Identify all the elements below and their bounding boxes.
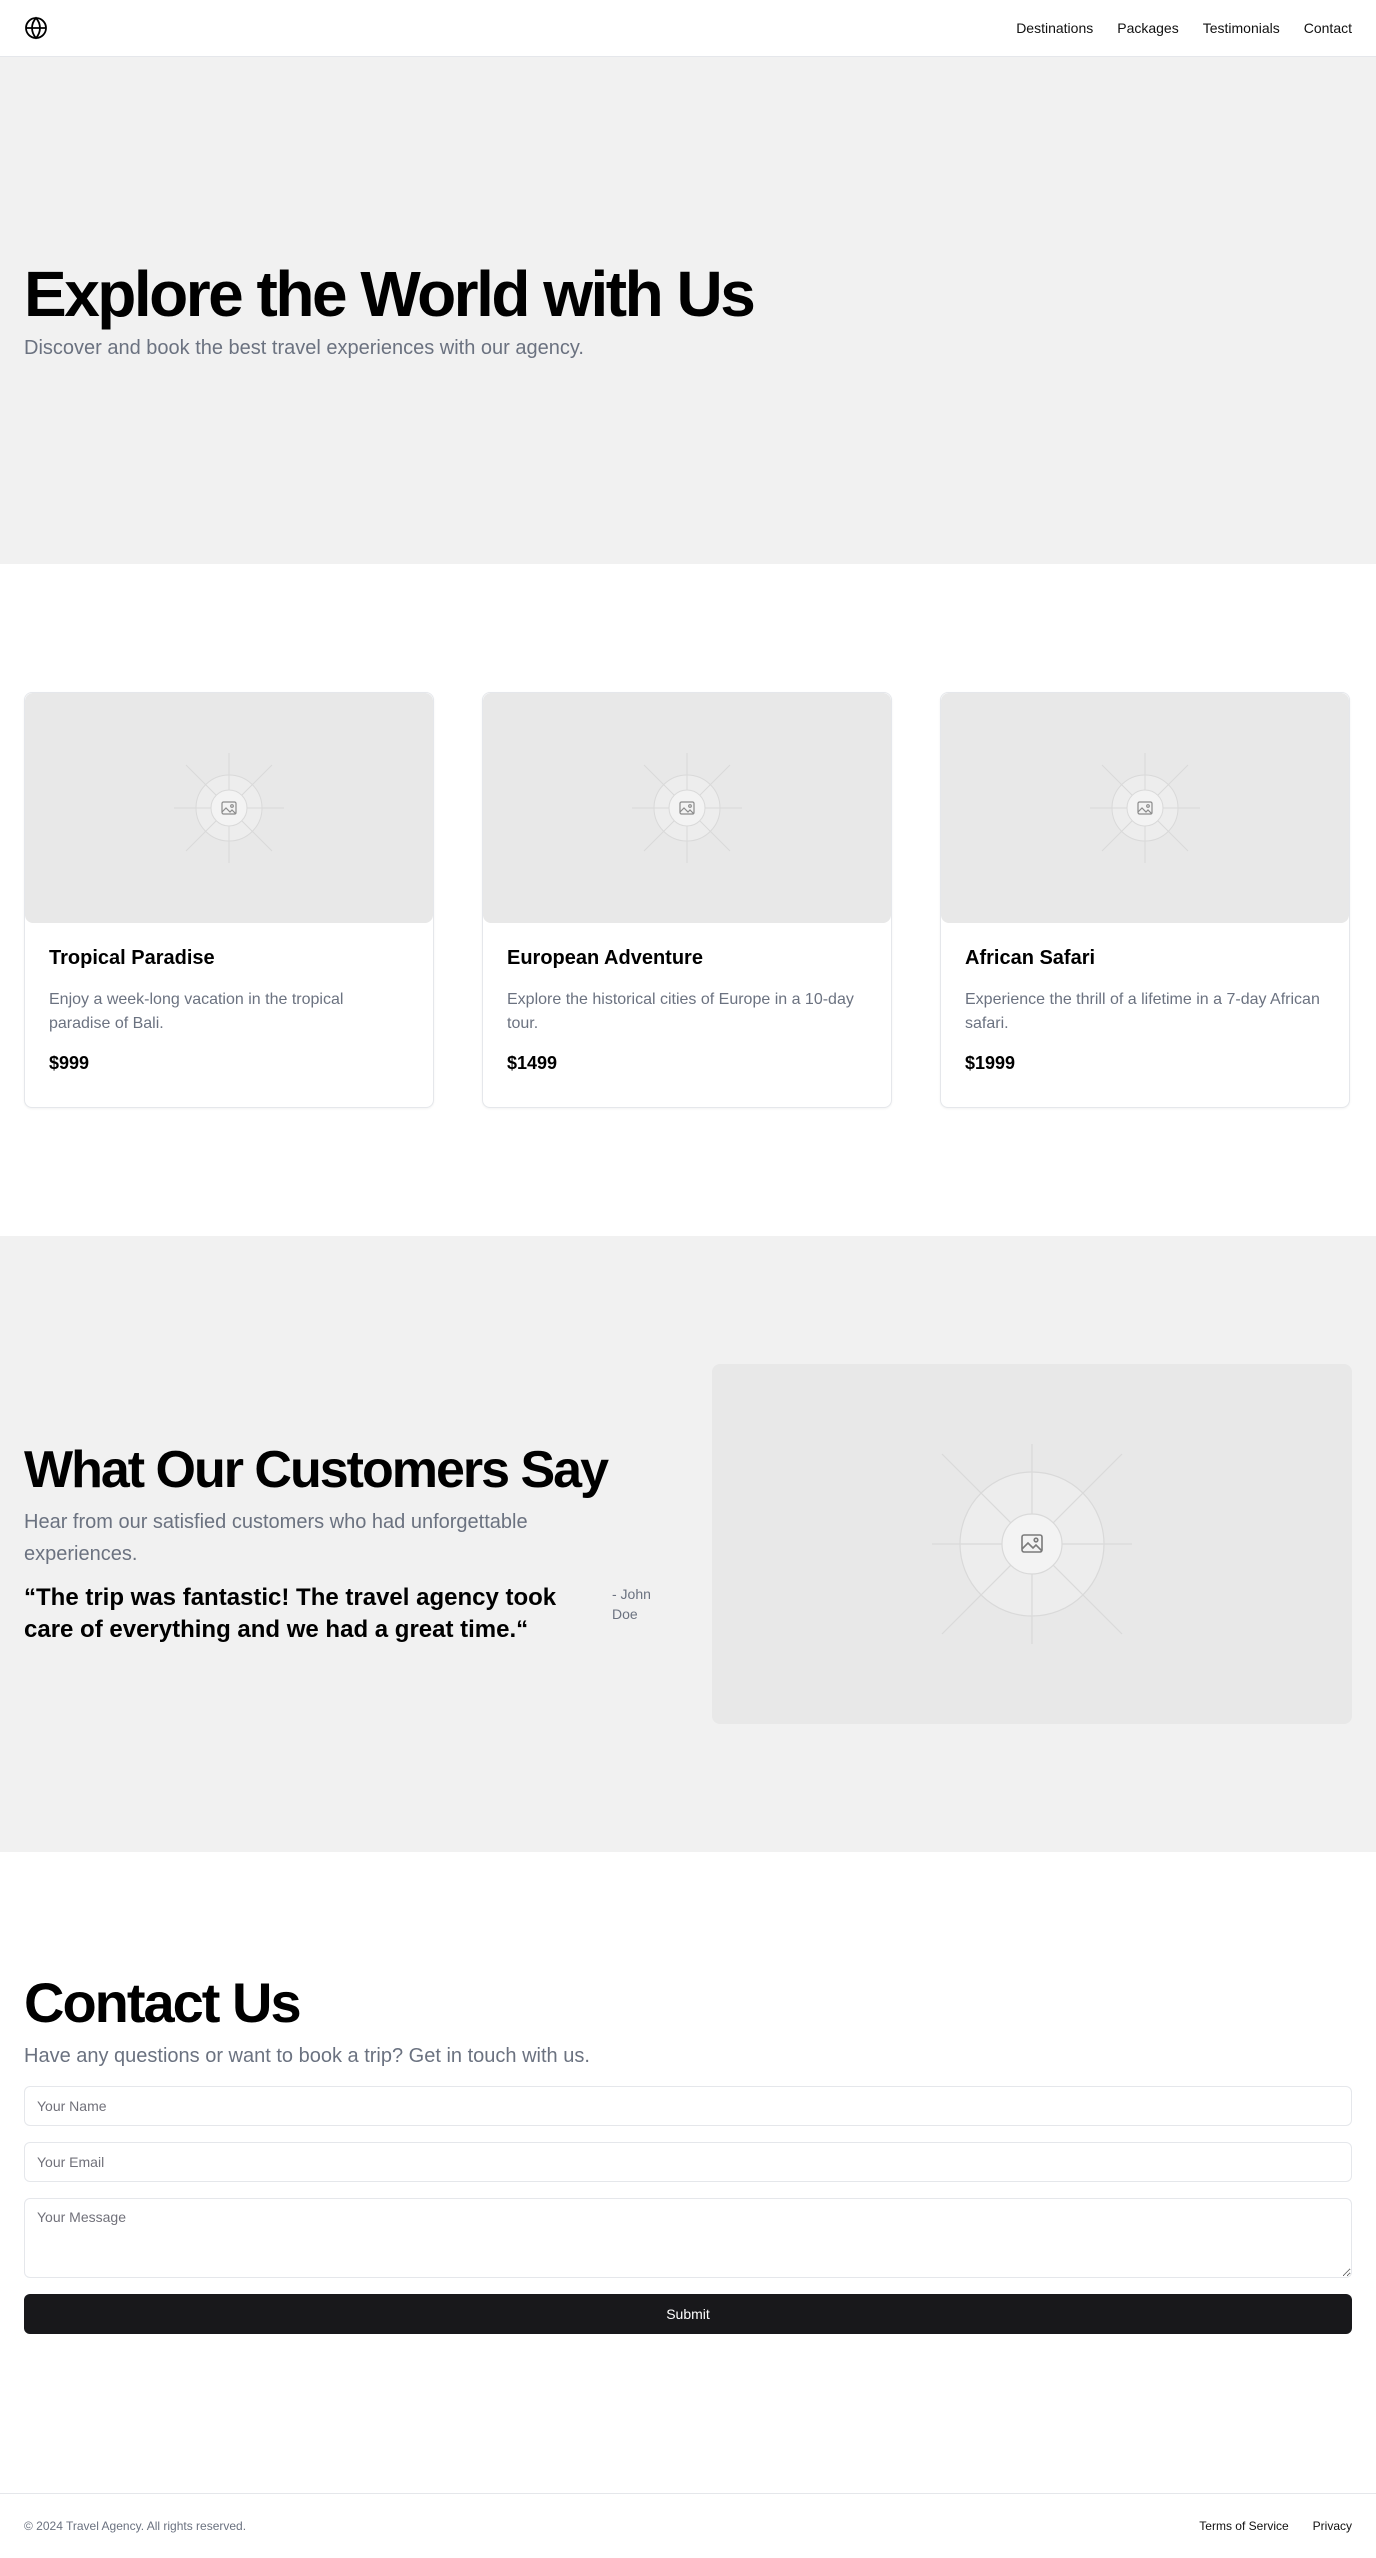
image-placeholder-icon: [174, 753, 284, 863]
testimonial-author: - John Doe: [612, 1585, 651, 1622]
testimonials-title: What Our Customers Say: [24, 1441, 609, 1500]
nav-link-destinations[interactable]: Destinations: [1016, 20, 1093, 36]
packages-section: Tropical Paradise Enjoy a week-long vaca…: [0, 564, 1376, 1236]
package-image: [483, 693, 891, 923]
package-description: Enjoy a week-long vacation in the tropic…: [49, 991, 344, 1032]
main-nav: Destinations Packages Testimonials Conta…: [1016, 20, 1352, 36]
package-description: Explore the historical cities of Europe …: [507, 991, 854, 1032]
site-header: Destinations Packages Testimonials Conta…: [0, 0, 1376, 57]
name-field[interactable]: [24, 2085, 1352, 2126]
package-image: [941, 693, 1349, 923]
package-image: [25, 693, 433, 923]
nav-link-testimonials[interactable]: Testimonials: [1203, 20, 1280, 36]
package-price: $999: [49, 1053, 90, 1073]
package-price: $1499: [507, 1053, 558, 1073]
contact-subtitle: Have any questions or want to book a tri…: [24, 2044, 590, 2067]
package-description: Experience the thrill of a lifetime in a…: [965, 991, 1320, 1032]
testimonial-quote: “The trip was fantastic! The travel agen…: [24, 1583, 557, 1643]
contact-section: Contact Us Have any questions or want to…: [0, 1852, 1376, 2493]
submit-button[interactable]: Submit: [24, 2293, 1352, 2334]
package-title: African Safari: [965, 947, 1096, 969]
testimonials-subtitle: Hear from our satisfied customers who ha…: [24, 1510, 528, 1565]
copyright-text: © 2024 Travel Agency. All rights reserve…: [24, 2519, 247, 2533]
package-card: European Adventure Explore the historica…: [482, 692, 892, 1108]
site-footer: © 2024 Travel Agency. All rights reserve…: [0, 2493, 1376, 2558]
nav-link-packages[interactable]: Packages: [1117, 20, 1178, 36]
contact-title: Contact Us: [24, 1971, 302, 2034]
package-title: European Adventure: [507, 947, 703, 969]
hero-section: Explore the World with Us Discover and b…: [0, 57, 1376, 564]
footer-link-terms[interactable]: Terms of Service: [1199, 2519, 1288, 2533]
testimonial-quote-block: “The trip was fantastic! The travel agen…: [24, 1582, 664, 1646]
package-price: $1999: [965, 1053, 1016, 1073]
nav-link-contact[interactable]: Contact: [1304, 20, 1352, 36]
footer-link-privacy[interactable]: Privacy: [1313, 2519, 1352, 2533]
globe-icon[interactable]: [24, 16, 48, 40]
message-field[interactable]: [24, 2197, 1352, 2278]
contact-form: Submit: [24, 2085, 1352, 2334]
image-placeholder-icon: [632, 753, 742, 863]
image-placeholder-icon: [932, 1444, 1132, 1644]
hero-title: Explore the World with Us: [24, 258, 756, 331]
testimonial-image: [712, 1364, 1352, 1724]
hero-subtitle: Discover and book the best travel experi…: [24, 336, 584, 359]
package-card: Tropical Paradise Enjoy a week-long vaca…: [24, 692, 434, 1108]
image-placeholder-icon: [1090, 753, 1200, 863]
testimonials-section: What Our Customers Say Hear from our sat…: [0, 1236, 1376, 1852]
email-field[interactable]: [24, 2141, 1352, 2182]
package-title: Tropical Paradise: [49, 947, 215, 969]
package-card: African Safari Experience the thrill of …: [940, 692, 1350, 1108]
